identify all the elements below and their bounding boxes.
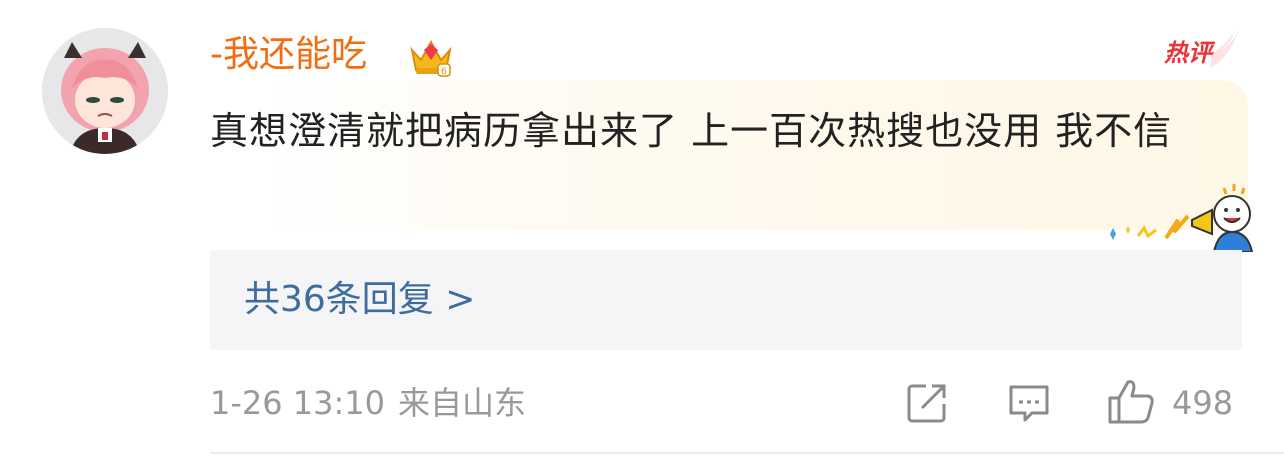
megaphone-cheer-sticker bbox=[1110, 184, 1254, 252]
svg-text:6: 6 bbox=[441, 67, 447, 77]
comment-card: -我还能吃 6 热评 真想澄清就把病历拿出来了 上一百次热搜也没用 我不信 共3… bbox=[0, 0, 1284, 456]
replies-box[interactable]: 共36条回复 > bbox=[210, 250, 1242, 350]
divider bbox=[210, 452, 1284, 454]
username[interactable]: -我还能吃 bbox=[210, 30, 367, 80]
comment-text: 真想澄清就把病历拿出来了 上一百次热搜也没用 我不信 bbox=[210, 109, 1173, 153]
like-count[interactable]: 498 bbox=[1172, 380, 1233, 426]
comment-icon[interactable] bbox=[1006, 380, 1052, 426]
hot-comment-badge: 热评 bbox=[1164, 39, 1212, 67]
share-icon[interactable] bbox=[904, 380, 950, 426]
crown-vip-icon: 6 bbox=[410, 39, 452, 77]
comment-time: 1-26 13:10 bbox=[210, 384, 386, 422]
comment-location: 来自山东 bbox=[398, 384, 527, 422]
view-replies-link[interactable]: 共36条回复 > bbox=[244, 276, 475, 324]
like-icon[interactable] bbox=[1106, 376, 1156, 426]
avatar[interactable] bbox=[42, 28, 168, 154]
